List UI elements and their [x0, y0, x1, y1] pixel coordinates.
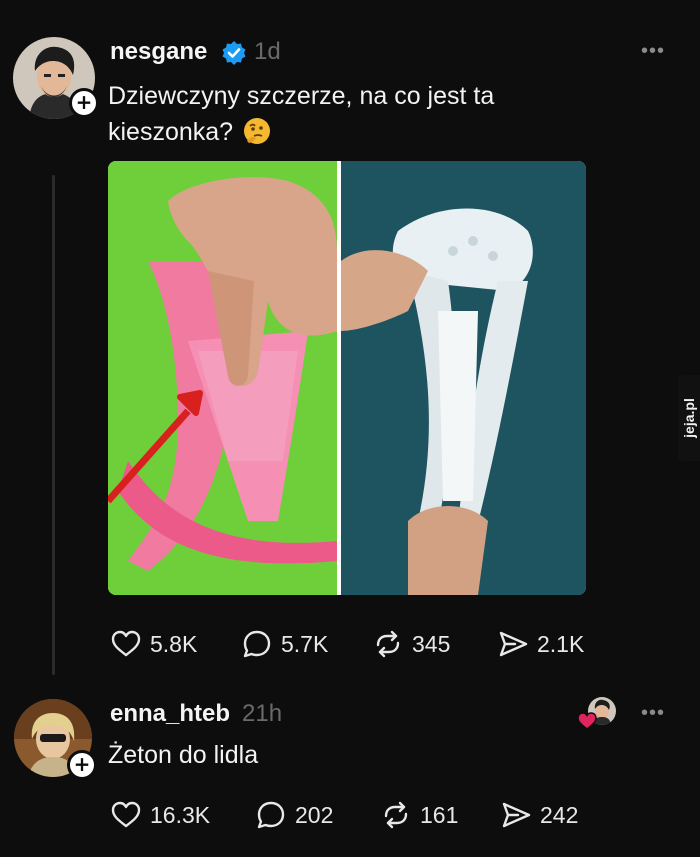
comment-count: 5.7K — [281, 630, 329, 657]
comment-bubble-icon — [257, 801, 285, 829]
post-timestamp: 1d — [254, 38, 281, 65]
thread-connector-line — [52, 175, 55, 675]
site-watermark: jeja.pl — [678, 375, 700, 461]
post-username[interactable]: nesgane — [110, 38, 207, 66]
reply-repost-button[interactable]: 161 — [380, 799, 458, 831]
reply-timestamp: 21h — [242, 700, 283, 727]
reply-like-button[interactable]: 16.3K — [110, 799, 210, 831]
reply-username[interactable]: enna_hteb — [110, 700, 230, 728]
author-liked-heart-icon — [577, 712, 597, 735]
share-button[interactable]: 2.1K — [497, 628, 584, 660]
repost-button[interactable]: 345 — [372, 628, 450, 660]
reply-more-options-button[interactable]: ••• — [641, 702, 665, 725]
post-image-illustration — [108, 161, 586, 595]
like-count: 16.3K — [150, 801, 211, 828]
comment-bubble-icon — [243, 630, 271, 658]
follow-button[interactable]: + — [69, 88, 99, 118]
post-text-line-2: kieszonka? — [108, 118, 234, 146]
reply-share-button[interactable]: 242 — [500, 799, 578, 831]
like-button[interactable]: 5.8K — [110, 628, 197, 660]
reply-text: Żeton do lidla — [108, 741, 259, 769]
send-icon — [499, 631, 528, 657]
heart-icon — [111, 630, 141, 657]
thinking-face-icon — [243, 117, 271, 145]
share-count: 242 — [540, 801, 579, 828]
share-count: 2.1K — [537, 630, 585, 657]
post-text: Dziewczyny szczerze, na co jest ta kiesz… — [108, 78, 588, 150]
follow-button[interactable]: + — [67, 750, 97, 780]
reply-comment-button[interactable]: 202 — [255, 799, 333, 831]
comment-button[interactable]: 5.7K — [241, 628, 328, 660]
post-text-line-1: Dziewczyny szczerze, na co jest ta — [108, 82, 495, 110]
repost-count: 161 — [420, 801, 459, 828]
repost-icon — [376, 630, 400, 658]
comment-count: 202 — [295, 801, 334, 828]
post-image[interactable] — [108, 161, 586, 595]
like-count: 5.8K — [150, 630, 198, 657]
post-more-options-button[interactable]: ••• — [641, 40, 665, 63]
repost-count: 345 — [412, 630, 451, 657]
verified-badge-icon — [221, 40, 247, 71]
repost-icon — [384, 801, 408, 829]
heart-icon — [111, 801, 141, 828]
send-icon — [502, 802, 531, 828]
